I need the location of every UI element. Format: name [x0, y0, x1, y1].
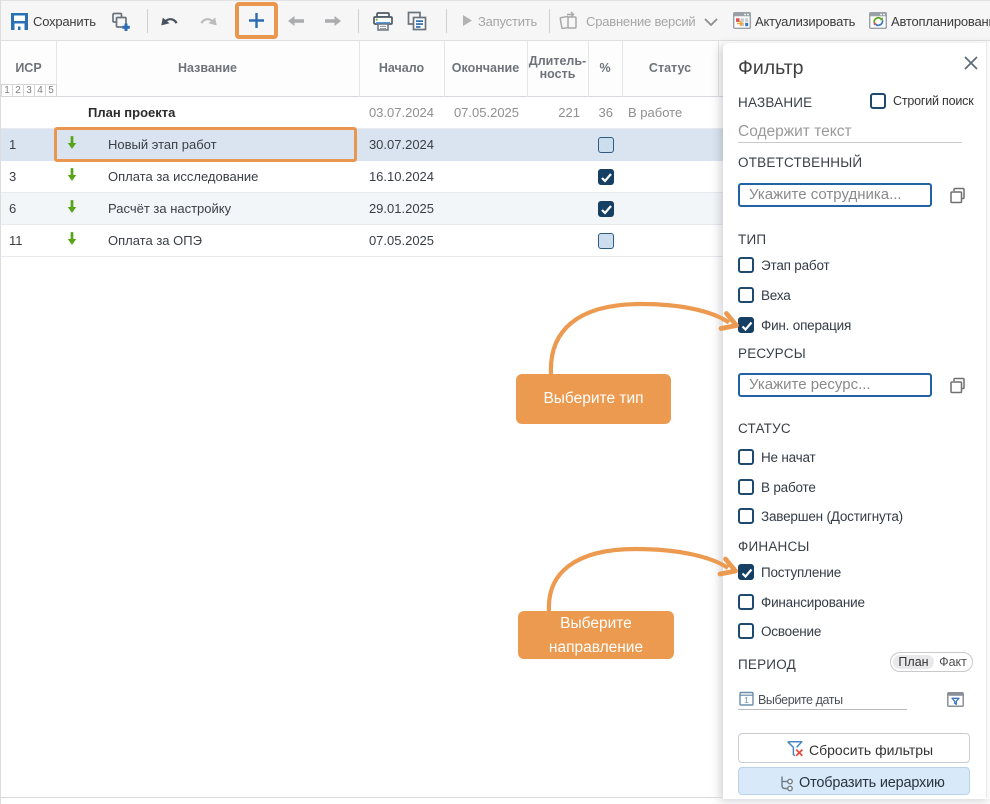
svg-text:1: 1 [744, 695, 749, 705]
